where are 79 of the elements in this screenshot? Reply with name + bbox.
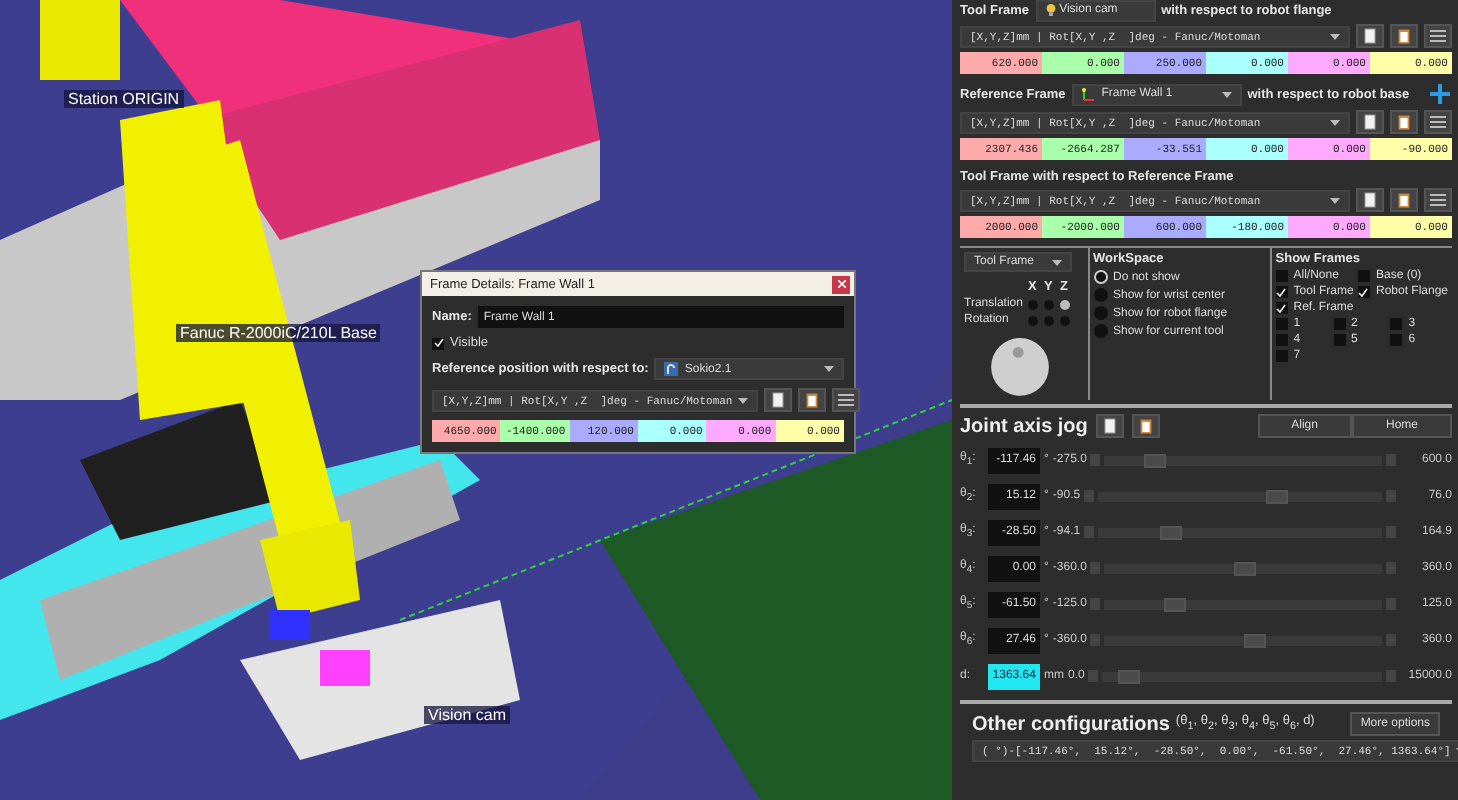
paste-button[interactable] <box>798 388 827 412</box>
caret-icon <box>738 397 749 403</box>
copy-icon <box>1364 192 1376 208</box>
checkbox[interactable] <box>1275 350 1288 362</box>
joint-slider[interactable] <box>1102 671 1382 681</box>
copy-icon <box>1364 114 1376 130</box>
menu-button[interactable] <box>1424 188 1452 212</box>
radio-button[interactable] <box>1093 324 1107 338</box>
caret-icon <box>1330 119 1340 125</box>
caret-icon <box>1052 259 1062 266</box>
paste-button[interactable] <box>1390 24 1418 48</box>
clipboard-icon <box>806 392 819 408</box>
caret-icon <box>1221 91 1232 97</box>
checkbox[interactable] <box>1275 270 1288 282</box>
radio-button[interactable] <box>1093 306 1107 320</box>
plus-icon <box>1430 84 1450 104</box>
menu-icon <box>838 394 855 406</box>
jog-knob-icon <box>988 338 1052 396</box>
caret-icon <box>824 366 834 372</box>
scene-label: Station ORIGIN <box>64 90 184 108</box>
slider-thumb[interactable] <box>1159 525 1182 539</box>
slider-thumb[interactable] <box>1164 597 1187 611</box>
slider-thumb[interactable] <box>1117 669 1140 683</box>
checkbox[interactable] <box>1390 334 1403 346</box>
bulb-icon <box>1045 4 1056 16</box>
menu-button[interactable] <box>1424 110 1452 134</box>
copy-button[interactable] <box>1095 414 1124 438</box>
checkbox[interactable] <box>432 337 444 349</box>
caret-icon <box>1330 33 1340 39</box>
copy-icon <box>1103 418 1116 434</box>
joint-slider[interactable] <box>1104 455 1382 465</box>
add-button[interactable] <box>1428 82 1452 106</box>
joint-jog-title: Joint axis jog <box>960 415 1088 437</box>
copy-button[interactable] <box>1356 24 1384 48</box>
menu-button[interactable] <box>832 388 861 412</box>
checkbox[interactable] <box>1390 318 1403 330</box>
slider-thumb[interactable] <box>1233 561 1256 575</box>
clipboard-icon <box>1398 114 1410 130</box>
joint-slider[interactable] <box>1104 599 1382 609</box>
checkbox[interactable] <box>1357 286 1370 298</box>
joint-slider[interactable] <box>1098 491 1382 501</box>
axis-selector[interactable] <box>1060 299 1070 310</box>
slider-thumb[interactable] <box>1244 633 1267 647</box>
checkbox[interactable] <box>1275 318 1288 330</box>
copy-icon <box>1364 28 1376 44</box>
copy-icon <box>772 392 785 408</box>
checkbox[interactable] <box>1333 318 1346 330</box>
checkbox[interactable] <box>1275 302 1288 314</box>
menu-button[interactable] <box>1424 24 1452 48</box>
menu-icon <box>1430 116 1446 128</box>
scene-label: Fanuc R-2000iC/210L Base <box>176 324 381 342</box>
close-button[interactable] <box>832 275 850 293</box>
clipboard-icon <box>1139 418 1152 434</box>
checkbox[interactable] <box>1275 334 1288 346</box>
copy-button[interactable] <box>1356 188 1384 212</box>
scene-label: Vision cam <box>424 706 510 724</box>
clipboard-icon <box>1398 192 1410 208</box>
copy-button[interactable] <box>764 388 793 412</box>
menu-icon <box>1430 30 1446 42</box>
joint-slider[interactable] <box>1104 563 1382 573</box>
radio-button[interactable] <box>1093 288 1107 302</box>
other-configurations-title: Other configurations <box>972 713 1170 735</box>
slider-thumb[interactable] <box>1266 489 1289 503</box>
caret-icon <box>1330 197 1340 203</box>
checkbox[interactable] <box>1333 334 1346 346</box>
slider-thumb[interactable] <box>1144 453 1167 467</box>
clipboard-icon <box>1398 28 1410 44</box>
axes-icon <box>1081 87 1096 101</box>
checkbox[interactable] <box>1275 286 1288 298</box>
paste-button[interactable] <box>1131 414 1160 438</box>
paste-button[interactable] <box>1390 188 1418 212</box>
close-icon <box>837 280 845 288</box>
station-icon <box>664 362 679 376</box>
joint-slider[interactable] <box>1104 635 1382 645</box>
copy-button[interactable] <box>1356 110 1384 134</box>
checkbox[interactable] <box>1357 270 1370 282</box>
paste-button[interactable] <box>1390 110 1418 134</box>
menu-icon <box>1430 194 1446 206</box>
joint-slider[interactable] <box>1098 527 1382 537</box>
